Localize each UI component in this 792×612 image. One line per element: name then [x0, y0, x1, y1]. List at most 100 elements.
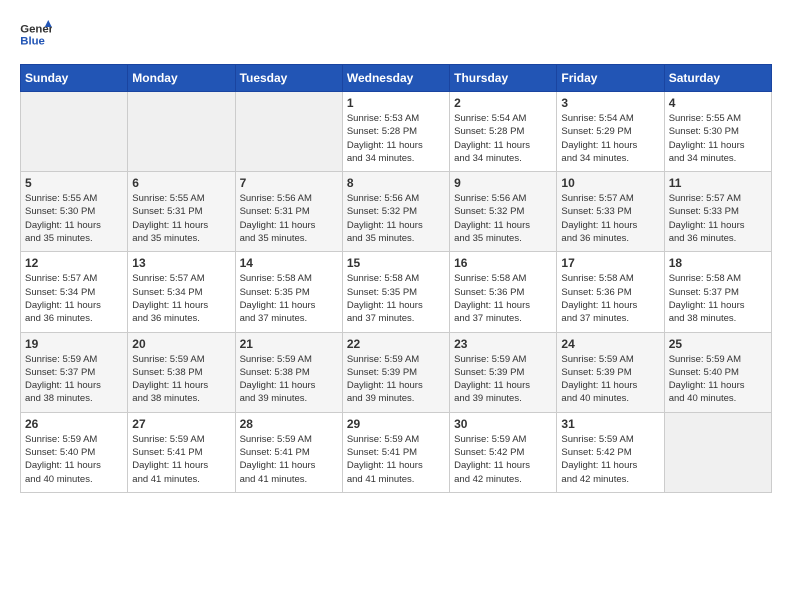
calendar-cell: 5Sunrise: 5:55 AM Sunset: 5:30 PM Daylig…: [21, 172, 128, 252]
day-number: 7: [240, 176, 338, 190]
calendar-cell: 26 Sunrise: 5:59 AM Sunset: 5:40 PM Dayli…: [21, 412, 128, 492]
day-info: Sunrise: 5:59 AM Sunset: 5:39 PM Dayligh…: [347, 353, 445, 406]
day-number: 30: [454, 417, 552, 431]
logo: General Blue: [20, 20, 58, 48]
calendar-cell: 1 Sunrise: 5:53 AM Sunset: 5:28 PM Daylig…: [342, 92, 449, 172]
calendar-cell: 29 Sunrise: 5:59 AM Sunset: 5:41 PM Dayli…: [342, 412, 449, 492]
day-info: Sunrise: 5:59 AM Sunset: 5:42 PM Dayligh…: [454, 433, 552, 486]
calendar-cell: 24 Sunrise: 5:59 AM Sunset: 5:39 PM Dayli…: [557, 332, 664, 412]
day-info: Sunrise: 5:58 AM Sunset: 5:37 PM Dayligh…: [669, 272, 767, 325]
calendar-cell: [128, 92, 235, 172]
day-info: Sunrise: 5:57 AM Sunset: 5:34 PM Dayligh…: [132, 272, 230, 325]
day-number: 15: [347, 256, 445, 270]
day-number: 11: [669, 176, 767, 190]
day-number: 3: [561, 96, 659, 110]
calendar-cell: 12Sunrise: 5:57 AM Sunset: 5:34 PM Dayli…: [21, 252, 128, 332]
day-number: 14: [240, 256, 338, 270]
day-number: 21: [240, 337, 338, 351]
day-info: Sunrise: 5:59 AM Sunset: 5:37 PM Dayligh…: [25, 353, 123, 406]
day-number: 26: [25, 417, 123, 431]
day-info: Sunrise: 5:59 AM Sunset: 5:39 PM Dayligh…: [561, 353, 659, 406]
day-info: Sunrise: 5:57 AM Sunset: 5:33 PM Dayligh…: [669, 192, 767, 245]
day-number: 4: [669, 96, 767, 110]
weekday-header-friday: Friday: [557, 65, 664, 92]
day-number: 8: [347, 176, 445, 190]
day-info: Sunrise: 5:53 AM Sunset: 5:28 PM Dayligh…: [347, 112, 445, 165]
calendar-cell: 10 Sunrise: 5:57 AM Sunset: 5:33 PM Dayli…: [557, 172, 664, 252]
weekday-header-monday: Monday: [128, 65, 235, 92]
calendar-cell: 20 Sunrise: 5:59 AM Sunset: 5:38 PM Dayli…: [128, 332, 235, 412]
calendar-cell: 22 Sunrise: 5:59 AM Sunset: 5:39 PM Dayli…: [342, 332, 449, 412]
day-number: 16: [454, 256, 552, 270]
calendar-cell: 2Sunrise: 5:54 AM Sunset: 5:28 PM Daylig…: [450, 92, 557, 172]
day-info: Sunrise: 5:57 AM Sunset: 5:33 PM Dayligh…: [561, 192, 659, 245]
calendar-cell: 30 Sunrise: 5:59 AM Sunset: 5:42 PM Dayli…: [450, 412, 557, 492]
calendar-cell: 21 Sunrise: 5:59 AM Sunset: 5:38 PM Dayli…: [235, 332, 342, 412]
svg-text:Blue: Blue: [20, 36, 45, 48]
day-number: 5: [25, 176, 123, 190]
day-number: 31: [561, 417, 659, 431]
calendar-cell: 18 Sunrise: 5:58 AM Sunset: 5:37 PM Dayli…: [664, 252, 771, 332]
day-info: Sunrise: 5:59 AM Sunset: 5:41 PM Dayligh…: [347, 433, 445, 486]
day-info: Sunrise: 5:59 AM Sunset: 5:40 PM Dayligh…: [25, 433, 123, 486]
day-number: 29: [347, 417, 445, 431]
day-info: Sunrise: 5:58 AM Sunset: 5:36 PM Dayligh…: [561, 272, 659, 325]
calendar-cell: 25 Sunrise: 5:59 AM Sunset: 5:40 PM Dayli…: [664, 332, 771, 412]
day-info: Sunrise: 5:59 AM Sunset: 5:38 PM Dayligh…: [240, 353, 338, 406]
calendar-cell: 4Sunrise: 5:55 AM Sunset: 5:30 PM Daylig…: [664, 92, 771, 172]
day-number: 20: [132, 337, 230, 351]
calendar-cell: 23 Sunrise: 5:59 AM Sunset: 5:39 PM Dayli…: [450, 332, 557, 412]
day-number: 18: [669, 256, 767, 270]
calendar-cell: [21, 92, 128, 172]
weekday-header-wednesday: Wednesday: [342, 65, 449, 92]
day-info: Sunrise: 5:56 AM Sunset: 5:31 PM Dayligh…: [240, 192, 338, 245]
day-number: 23: [454, 337, 552, 351]
day-number: 28: [240, 417, 338, 431]
day-info: Sunrise: 5:58 AM Sunset: 5:35 PM Dayligh…: [240, 272, 338, 325]
day-info: Sunrise: 5:59 AM Sunset: 5:42 PM Dayligh…: [561, 433, 659, 486]
day-info: Sunrise: 5:59 AM Sunset: 5:39 PM Dayligh…: [454, 353, 552, 406]
day-info: Sunrise: 5:58 AM Sunset: 5:36 PM Dayligh…: [454, 272, 552, 325]
day-info: Sunrise: 5:54 AM Sunset: 5:29 PM Dayligh…: [561, 112, 659, 165]
day-info: Sunrise: 5:56 AM Sunset: 5:32 PM Dayligh…: [347, 192, 445, 245]
day-info: Sunrise: 5:59 AM Sunset: 5:41 PM Dayligh…: [240, 433, 338, 486]
calendar-cell: 7 Sunrise: 5:56 AM Sunset: 5:31 PM Daylig…: [235, 172, 342, 252]
day-number: 22: [347, 337, 445, 351]
weekday-header-tuesday: Tuesday: [235, 65, 342, 92]
day-number: 9: [454, 176, 552, 190]
day-number: 25: [669, 337, 767, 351]
calendar-cell: 11 Sunrise: 5:57 AM Sunset: 5:33 PM Dayli…: [664, 172, 771, 252]
calendar-cell: 27Sunrise: 5:59 AM Sunset: 5:41 PM Dayli…: [128, 412, 235, 492]
calendar-table: SundayMondayTuesdayWednesdayThursdayFrid…: [20, 64, 772, 493]
day-info: Sunrise: 5:55 AM Sunset: 5:31 PM Dayligh…: [132, 192, 230, 245]
weekday-header-thursday: Thursday: [450, 65, 557, 92]
calendar-cell: [664, 412, 771, 492]
logo-icon: General Blue: [20, 20, 52, 48]
calendar-cell: [235, 92, 342, 172]
calendar-cell: 6 Sunrise: 5:55 AM Sunset: 5:31 PM Daylig…: [128, 172, 235, 252]
day-info: Sunrise: 5:58 AM Sunset: 5:35 PM Dayligh…: [347, 272, 445, 325]
weekday-header-row: SundayMondayTuesdayWednesdayThursdayFrid…: [21, 65, 772, 92]
calendar-cell: 28 Sunrise: 5:59 AM Sunset: 5:41 PM Dayli…: [235, 412, 342, 492]
calendar-cell: 13 Sunrise: 5:57 AM Sunset: 5:34 PM Dayli…: [128, 252, 235, 332]
calendar-cell: 8 Sunrise: 5:56 AM Sunset: 5:32 PM Daylig…: [342, 172, 449, 252]
day-info: Sunrise: 5:57 AM Sunset: 5:34 PM Dayligh…: [25, 272, 123, 325]
day-number: 13: [132, 256, 230, 270]
calendar-cell: 15 Sunrise: 5:58 AM Sunset: 5:35 PM Dayli…: [342, 252, 449, 332]
weekday-header-saturday: Saturday: [664, 65, 771, 92]
calendar-week-row: 26 Sunrise: 5:59 AM Sunset: 5:40 PM Dayli…: [21, 412, 772, 492]
day-number: 1: [347, 96, 445, 110]
calendar-cell: 19Sunrise: 5:59 AM Sunset: 5:37 PM Dayli…: [21, 332, 128, 412]
day-number: 10: [561, 176, 659, 190]
day-info: Sunrise: 5:59 AM Sunset: 5:38 PM Dayligh…: [132, 353, 230, 406]
calendar-cell: 14 Sunrise: 5:58 AM Sunset: 5:35 PM Dayli…: [235, 252, 342, 332]
day-info: Sunrise: 5:59 AM Sunset: 5:40 PM Dayligh…: [669, 353, 767, 406]
day-info: Sunrise: 5:54 AM Sunset: 5:28 PM Dayligh…: [454, 112, 552, 165]
day-number: 6: [132, 176, 230, 190]
calendar-week-row: 1 Sunrise: 5:53 AM Sunset: 5:28 PM Daylig…: [21, 92, 772, 172]
day-number: 17: [561, 256, 659, 270]
day-info: Sunrise: 5:56 AM Sunset: 5:32 PM Dayligh…: [454, 192, 552, 245]
calendar-week-row: 19Sunrise: 5:59 AM Sunset: 5:37 PM Dayli…: [21, 332, 772, 412]
calendar-cell: 31 Sunrise: 5:59 AM Sunset: 5:42 PM Dayli…: [557, 412, 664, 492]
day-number: 24: [561, 337, 659, 351]
